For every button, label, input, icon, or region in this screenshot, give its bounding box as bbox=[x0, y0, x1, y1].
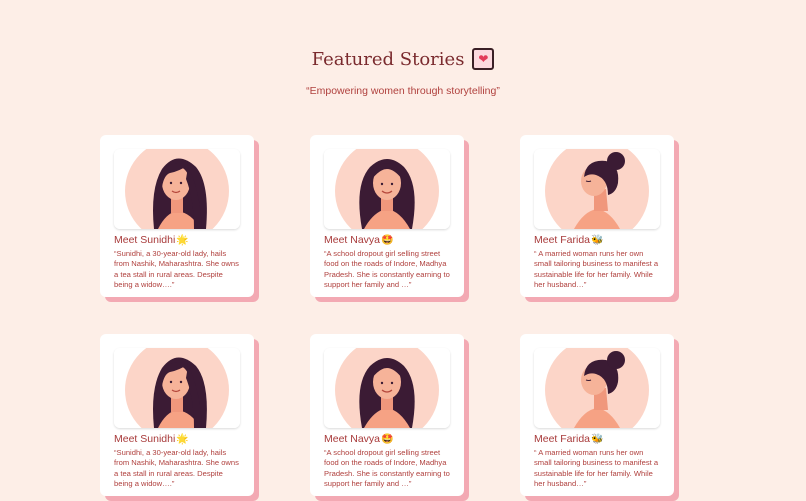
story-description: “Sunidhi, a 30-year-old lady, hails from… bbox=[114, 448, 239, 488]
star-icon: 🌟 bbox=[176, 434, 189, 445]
story-name-text[interactable]: Meet Navya bbox=[324, 433, 380, 445]
story-card[interactable]: Meet Farida🐝 “ A married woman runs her … bbox=[520, 135, 679, 302]
story-name[interactable]: Meet Farida🐝 bbox=[534, 234, 603, 246]
woman-bun-profile-icon bbox=[534, 348, 660, 428]
bee-icon: 🐝 bbox=[591, 235, 604, 246]
story-description: “ A married woman runs her own small tai… bbox=[534, 249, 659, 289]
story-name[interactable]: Meet Sunidhi🌟 bbox=[114, 433, 189, 445]
story-card[interactable]: Meet Sunidhi🌟 “Sunidhi, a 30-year-old la… bbox=[100, 135, 259, 302]
star-struck-icon: 🤩 bbox=[381, 235, 394, 246]
woman-bun-profile-icon bbox=[534, 149, 660, 229]
story-description: “A school dropout girl selling street fo… bbox=[324, 448, 450, 488]
story-name-text[interactable]: Meet Sunidhi bbox=[114, 234, 175, 246]
story-card[interactable]: Meet Navya🤩 “A school dropout girl selli… bbox=[310, 135, 469, 302]
story-name-text[interactable]: Meet Navya bbox=[324, 234, 380, 246]
story-card[interactable]: Meet Farida🐝 “ A married woman runs her … bbox=[520, 334, 679, 501]
story-name-text[interactable]: Meet Farida bbox=[534, 234, 590, 246]
bee-icon: 🐝 bbox=[591, 434, 604, 445]
story-name[interactable]: Meet Navya🤩 bbox=[324, 433, 393, 445]
story-card[interactable]: Meet Navya🤩 “A school dropout girl selli… bbox=[310, 334, 469, 501]
story-name[interactable]: Meet Sunidhi🌟 bbox=[114, 234, 189, 246]
woman-smiling-icon bbox=[324, 149, 450, 229]
woman-long-hair-icon bbox=[114, 348, 240, 428]
star-icon: 🌟 bbox=[176, 235, 189, 246]
story-name-text[interactable]: Meet Farida bbox=[534, 433, 590, 445]
stories-grid: Meet Sunidhi🌟 “Sunidhi, a 30-year-old la… bbox=[0, 0, 806, 501]
story-description: “Sunidhi, a 30-year-old lady, hails from… bbox=[114, 249, 239, 289]
story-name-text[interactable]: Meet Sunidhi bbox=[114, 433, 175, 445]
story-name[interactable]: Meet Navya🤩 bbox=[324, 234, 393, 246]
story-name[interactable]: Meet Farida🐝 bbox=[534, 433, 603, 445]
story-description: “ A married woman runs her own small tai… bbox=[534, 448, 659, 488]
story-description: “A school dropout girl selling street fo… bbox=[324, 249, 450, 289]
star-struck-icon: 🤩 bbox=[381, 434, 394, 445]
story-card[interactable]: Meet Sunidhi🌟 “Sunidhi, a 30-year-old la… bbox=[100, 334, 259, 501]
woman-long-hair-icon bbox=[114, 149, 240, 229]
woman-smiling-icon bbox=[324, 348, 450, 428]
